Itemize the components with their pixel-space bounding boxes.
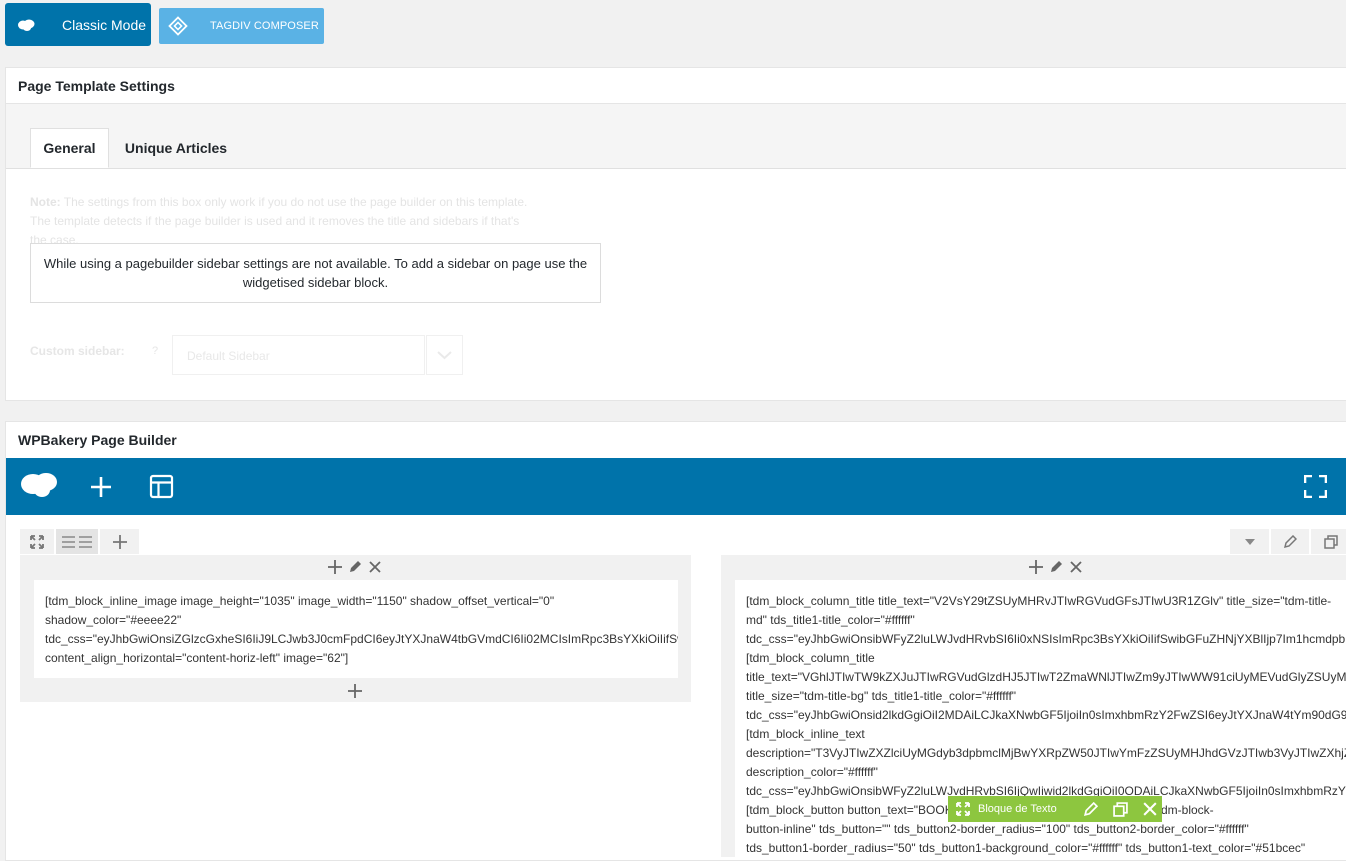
classic-mode-button[interactable]: Classic Mode (5, 3, 151, 46)
pagebuilder-notice: While using a pagebuilder sidebar settin… (30, 243, 601, 303)
column-delete-icon[interactable] (369, 561, 381, 573)
shortcode-line: content_align_horizontal="content-horiz-… (45, 651, 349, 665)
shortcode-line: [tdm_block_column_title title_text="V2Vs… (746, 594, 1332, 608)
sidebar-select[interactable]: Default Sidebar (172, 335, 425, 375)
close-icon[interactable] (1143, 802, 1157, 816)
custom-sidebar-label: Custom sidebar: (30, 344, 125, 358)
tab-general[interactable]: General (30, 128, 109, 168)
element-toolbar-label: Bloque de Texto (978, 803, 1057, 815)
wpbakery-title: WPBakery Page Builder (18, 432, 177, 448)
shortcode-line: tds_button1-border_radius="50" tds_butto… (746, 841, 1306, 855)
caret-down-icon (1244, 538, 1255, 545)
row-layout-button[interactable] (56, 529, 98, 554)
shortcode-line: md" tds_title1-title_color="#ffffff" (746, 613, 915, 627)
row-edit-button[interactable] (1271, 529, 1309, 554)
help-icon: ? (152, 345, 159, 357)
shortcode-line: description_color="#ffffff" (746, 765, 878, 779)
move-arrows-icon (30, 534, 44, 549)
composer-label: TAGDIV COMPOSER (210, 20, 319, 32)
sidebar-select-arrow[interactable] (426, 335, 463, 375)
columns-icon (62, 535, 92, 548)
row-move-handle[interactable] (20, 529, 54, 554)
shortcode-line: [tdm_block_inline_image image_height="10… (45, 594, 555, 608)
wpbakery-logo-icon[interactable] (20, 470, 58, 500)
note-line: The template detects if the page builder… (30, 214, 520, 228)
column-add-icon[interactable] (1029, 560, 1043, 574)
note-prefix: Note: (30, 195, 61, 209)
fullscreen-icon[interactable] (1304, 475, 1327, 498)
column-edit-icon[interactable] (1049, 560, 1063, 574)
element-toolbar: Bloque de Texto (948, 796, 1162, 822)
clone-icon (1324, 534, 1338, 549)
page-template-title: Page Template Settings (18, 78, 175, 94)
shortcode-line: title_text="VGhlJTIwTW9kZXJuJTIwRGVudGlz… (746, 670, 1346, 684)
notice-line: widgetised sidebar block. (242, 275, 389, 290)
pencil-icon (1283, 534, 1297, 548)
tab-unique-articles[interactable]: Unique Articles (114, 128, 238, 168)
note-line: The settings from this box only work if … (63, 195, 528, 209)
column-add-icon[interactable] (328, 560, 342, 574)
plus-icon (112, 534, 127, 549)
cloud-icon (18, 19, 35, 31)
classic-mode-label: Classic Mode (62, 16, 147, 33)
templates-icon[interactable] (149, 474, 174, 499)
add-element-below-icon[interactable] (348, 684, 362, 698)
move-arrows-icon[interactable] (956, 802, 970, 816)
shortcode-line: button-inline" tds_button="" tds_button2… (746, 822, 1249, 836)
shortcode-line: title_size="tdm-title-bg" tds_title1-tit… (746, 689, 1017, 703)
pencil-icon[interactable] (1083, 801, 1098, 817)
tagdiv-composer-button[interactable]: TAGDIV COMPOSER (159, 8, 324, 44)
add-column-button[interactable] (100, 529, 139, 554)
shortcode-line: tdc_css="eyJhbGwiOnsid2lkdGgiOiI2MDAiLCJ… (746, 708, 1346, 722)
wpbakery-toolbar (6, 458, 1346, 515)
chevron-down-icon (437, 351, 452, 360)
column-delete-icon[interactable] (1070, 561, 1082, 573)
settings-note: Note: The settings from this box only wo… (30, 193, 590, 250)
composer-diamond-icon (168, 16, 188, 36)
shortcode-line: description="T3VyJTIwZXZlciUyMGdyb3dpbmc… (746, 746, 1346, 760)
row-clone-button[interactable] (1311, 529, 1346, 554)
shortcode-line: shadow_color="#eeee22" (45, 613, 182, 627)
column-edit-icon[interactable] (348, 560, 362, 574)
clone-icon[interactable] (1112, 801, 1128, 817)
shortcode-element-image[interactable]: [tdm_block_inline_image image_height="10… (34, 580, 678, 678)
notice-line: While using a pagebuilder sidebar settin… (43, 256, 588, 271)
add-element-icon[interactable] (89, 475, 113, 499)
row-toggle-button[interactable] (1230, 529, 1269, 554)
shortcode-line: tdc_css="eyJhbGwiOnsiZGlzcGxheSI6IiJ9LCJ… (45, 632, 678, 646)
shortcode-line: tdc_css="eyJhbGwiOnsibWFyZ2luLWJvdHRvbSI… (746, 632, 1346, 646)
shortcode-line: [tdm_block_inline_text (746, 727, 865, 741)
shortcode-line: [tdm_block_column_title (746, 651, 875, 665)
